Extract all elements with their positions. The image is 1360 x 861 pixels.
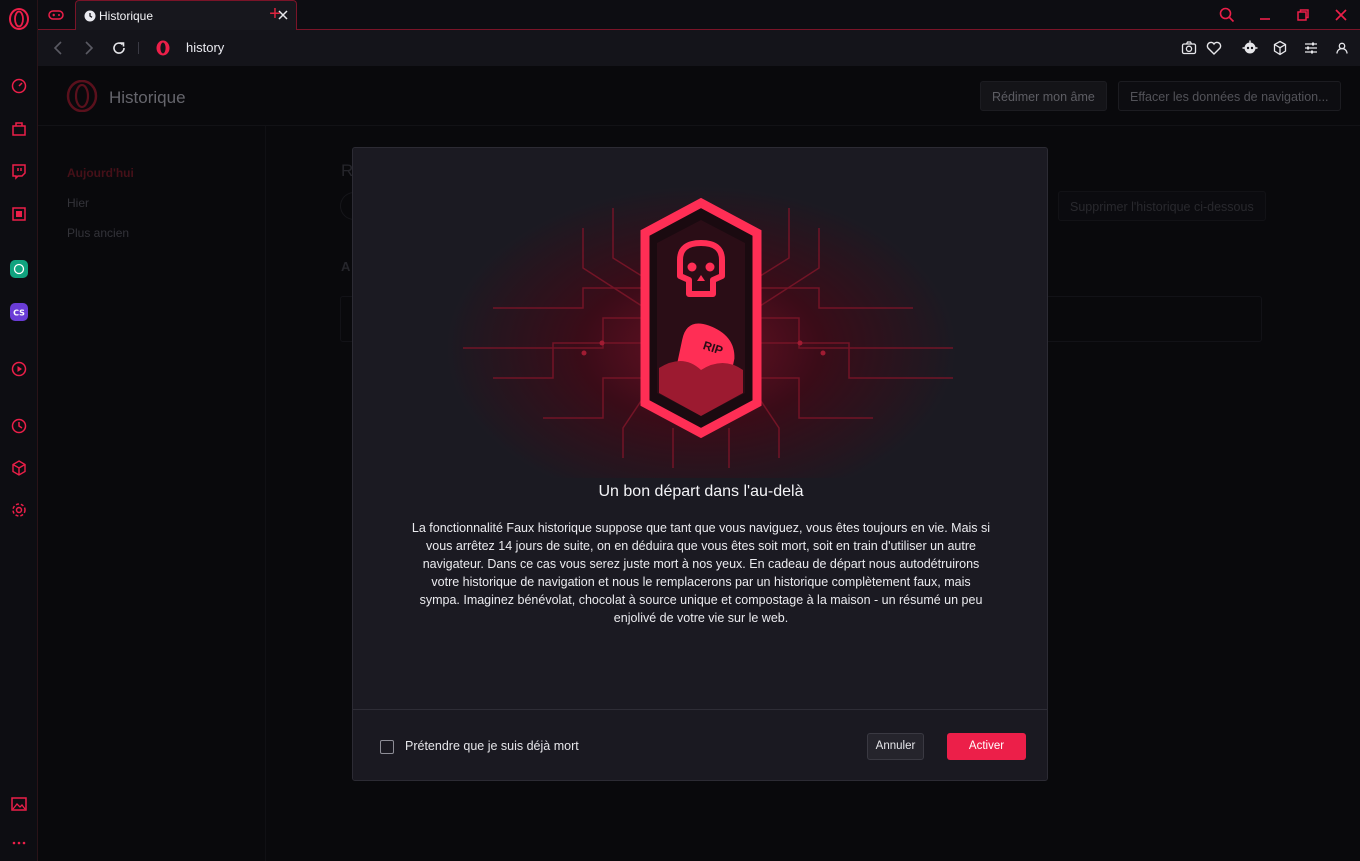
heart-icon[interactable] <box>1205 39 1223 57</box>
tab-strip: Historique + <box>38 0 1360 30</box>
minimize-icon[interactable] <box>1256 6 1274 24</box>
address-separator <box>138 42 139 54</box>
profile-icon[interactable] <box>1333 39 1351 57</box>
cpu-limiter-icon[interactable] <box>9 204 29 224</box>
wallpaper-icon[interactable] <box>9 794 29 814</box>
browser-window: CS Historique + history Historique Rédim… <box>0 0 1360 861</box>
settings-icon[interactable] <box>9 500 29 520</box>
tab-historique[interactable]: Historique <box>75 0 297 30</box>
pretend-dead-checkbox[interactable] <box>380 740 394 754</box>
pretend-dead-label[interactable]: Prétendre que je suis déjà mort <box>405 739 579 753</box>
opera-gx-logo-icon[interactable] <box>8 8 30 35</box>
snapshot-icon[interactable] <box>1180 39 1198 57</box>
dialog-title: Un bon départ dans l'au-delà <box>598 483 804 500</box>
game-icon[interactable] <box>9 119 29 139</box>
cancel-button[interactable]: Annuler <box>867 733 924 760</box>
address-bar: history <box>38 30 1360 66</box>
url-text[interactable]: history <box>186 40 224 55</box>
cube-icon[interactable] <box>9 458 29 478</box>
more-icon[interactable] <box>9 832 29 852</box>
dialog-footer: Prétendre que je suis déjà mort Annuler … <box>353 709 1047 780</box>
history-icon[interactable] <box>9 416 29 436</box>
tombstone-badge-icon: RIP <box>463 197 953 468</box>
speed-dial-icon[interactable] <box>9 76 29 96</box>
cube-icon[interactable] <box>1271 39 1289 57</box>
tab-title: Historique <box>99 9 154 23</box>
new-tab-button[interactable]: + <box>267 4 283 24</box>
fake-history-dialog: RIP Un bon départ dans l'au-delà La fonc… <box>352 147 1048 781</box>
back-icon[interactable] <box>50 39 68 57</box>
search-icon[interactable] <box>1218 6 1236 24</box>
gamepad-icon[interactable] <box>46 6 66 24</box>
reload-icon[interactable] <box>110 39 128 57</box>
easy-setup-icon[interactable] <box>1302 39 1320 57</box>
forward-icon[interactable] <box>79 39 97 57</box>
cs-icon[interactable]: CS <box>9 302 29 322</box>
activate-button[interactable]: Activer <box>947 733 1026 760</box>
twitch-icon[interactable] <box>9 161 29 181</box>
close-window-icon[interactable] <box>1332 6 1350 24</box>
aria-icon[interactable] <box>1241 39 1259 57</box>
sidebar: CS <box>0 0 38 861</box>
chatgpt-icon[interactable] <box>9 259 29 279</box>
restore-icon[interactable] <box>1294 6 1312 24</box>
clock-icon <box>84 9 96 22</box>
svg-text:CS: CS <box>13 309 25 318</box>
dialog-illustration: RIP <box>353 148 1047 478</box>
player-icon[interactable] <box>9 359 29 379</box>
dialog-description: La fonctionnalité Faux historique suppos… <box>411 521 991 625</box>
opera-site-icon <box>155 39 171 57</box>
